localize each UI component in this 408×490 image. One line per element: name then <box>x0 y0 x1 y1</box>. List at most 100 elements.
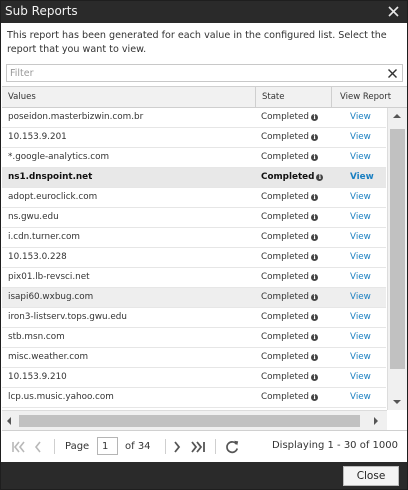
info-icon[interactable]: i <box>310 294 318 301</box>
view-report-link[interactable]: View <box>350 248 380 267</box>
row-state: Completed i <box>261 348 331 367</box>
info-icon[interactable]: i <box>310 334 318 341</box>
scroll-left-icon[interactable] <box>7 417 11 425</box>
table-row[interactable]: isapi60.wxbug.com Completed i View <box>2 288 386 308</box>
row-value: 10.153.0.228 <box>8 252 67 262</box>
info-icon[interactable]: i <box>310 354 318 361</box>
info-icon[interactable]: i <box>310 274 318 281</box>
column-header-values[interactable]: Values <box>2 87 256 107</box>
row-state-text: Completed <box>261 292 309 302</box>
info-icon[interactable]: i <box>310 194 318 201</box>
view-report-link[interactable]: View <box>350 328 380 347</box>
row-state-text: Completed <box>261 312 309 322</box>
row-state-text: Completed <box>261 392 309 402</box>
page-label: Page <box>65 441 90 452</box>
table-row[interactable]: stb.msn.com Completed i View <box>2 328 386 348</box>
row-state: Completed i <box>261 388 331 407</box>
view-report-link[interactable]: View <box>350 228 380 247</box>
table-row[interactable]: ns.gwu.edu Completed i View <box>2 208 386 228</box>
row-value: isapi60.wxbug.com <box>8 292 94 302</box>
info-icon[interactable]: i <box>310 314 318 321</box>
table-row[interactable]: 10.153.9.201 Completed i View <box>2 128 386 148</box>
row-value: iron3-listserv.tops.gwu.edu <box>8 312 127 322</box>
refresh-icon[interactable] <box>224 439 240 455</box>
info-icon[interactable]: i <box>316 174 324 181</box>
info-icon[interactable]: i <box>310 374 318 381</box>
view-report-link[interactable]: View <box>350 268 380 287</box>
column-header-view-report[interactable]: View Report <box>332 87 407 107</box>
row-state: Completed i <box>261 328 331 347</box>
row-state: Completed i <box>261 128 331 147</box>
view-report-link[interactable]: View <box>350 348 380 367</box>
view-report-link[interactable]: View <box>350 388 380 407</box>
row-state: Completed i <box>261 288 331 307</box>
info-icon[interactable]: i <box>310 154 318 161</box>
row-value: lcp.us.music.yahoo.com <box>8 392 114 402</box>
horizontal-scroll-thumb[interactable] <box>19 415 360 427</box>
row-state-text: Completed <box>261 232 309 242</box>
vertical-scrollbar[interactable] <box>387 108 407 410</box>
view-report-link[interactable]: View <box>350 188 380 207</box>
row-value: i.cdn.turner.com <box>8 232 80 242</box>
view-report-link[interactable]: View <box>350 128 380 147</box>
table-row[interactable]: adopt.euroclick.com Completed i View <box>2 188 386 208</box>
row-state-text: Completed <box>261 192 309 202</box>
grid-body: poseidon.masterbizwin.com.br Completed i Vi… <box>2 108 386 410</box>
view-report-link[interactable]: View <box>350 168 380 187</box>
vertical-scroll-thumb[interactable] <box>390 129 405 369</box>
view-report-link[interactable]: View <box>350 148 380 167</box>
info-icon[interactable]: i <box>310 234 318 241</box>
row-state-text: Completed <box>261 352 309 362</box>
dialog-description: This report has been generated for each … <box>7 30 387 55</box>
row-state-text: Completed <box>261 212 309 222</box>
page-number-input[interactable] <box>97 437 118 455</box>
info-icon[interactable]: i <box>310 254 318 261</box>
pager-separator <box>54 439 55 454</box>
page-count-label: of 34 <box>125 441 151 452</box>
table-row[interactable]: lcp.us.music.yahoo.com Completed i View <box>2 388 386 408</box>
info-icon[interactable]: i <box>310 114 318 121</box>
row-value: poseidon.masterbizwin.com.br <box>8 112 144 122</box>
view-report-link[interactable]: View <box>350 108 380 127</box>
view-report-link[interactable]: View <box>350 208 380 227</box>
pager-separator <box>165 439 166 454</box>
row-value: stb.msn.com <box>8 332 65 342</box>
table-row[interactable]: misc.weather.com Completed i View <box>2 348 386 368</box>
view-report-link[interactable]: View <box>350 308 380 327</box>
table-row[interactable]: iron3-listserv.tops.gwu.edu Completed i Vie… <box>2 308 386 328</box>
table-row[interactable]: poseidon.masterbizwin.com.br Completed i Vi… <box>2 108 386 128</box>
table-row[interactable]: 10.153.0.228 Completed i View <box>2 248 386 268</box>
info-icon[interactable]: i <box>310 214 318 221</box>
close-icon[interactable] <box>387 5 400 18</box>
first-page-icon[interactable] <box>11 439 25 455</box>
close-button[interactable]: Close <box>343 466 399 486</box>
horizontal-scrollbar[interactable] <box>2 410 387 430</box>
view-report-link[interactable]: View <box>350 288 380 307</box>
view-report-link[interactable]: View <box>350 368 380 387</box>
next-page-icon[interactable] <box>172 439 182 455</box>
prev-page-icon[interactable] <box>33 439 43 455</box>
display-info: Displaying 1 - 30 of 1000 <box>271 440 398 451</box>
scroll-up-icon[interactable] <box>393 114 401 118</box>
row-state: Completed i <box>261 148 331 167</box>
scroll-right-icon[interactable] <box>374 417 378 425</box>
pager-separator <box>215 439 216 454</box>
table-row[interactable]: ns1.dnspoint.net Completed i View <box>2 168 386 188</box>
row-state: Completed i <box>261 268 331 287</box>
row-state: Completed i <box>261 208 331 227</box>
column-header-state[interactable]: State <box>256 87 332 107</box>
filter-input[interactable] <box>10 67 380 80</box>
clear-filter-icon[interactable] <box>387 68 398 79</box>
row-value: 10.153.9.210 <box>8 372 67 382</box>
info-icon[interactable]: i <box>310 134 318 141</box>
table-row[interactable]: pix01.lb-revsci.net Completed i View <box>2 268 386 288</box>
table-row[interactable]: 10.153.9.210 Completed i View <box>2 368 386 388</box>
scroll-down-icon[interactable] <box>393 400 401 404</box>
info-icon[interactable]: i <box>310 394 318 401</box>
grid-header: Values State View Report <box>2 87 407 108</box>
last-page-icon[interactable] <box>191 439 207 455</box>
table-row[interactable]: *.google-analytics.com Completed i View <box>2 148 386 168</box>
row-state-text: Completed <box>261 152 309 162</box>
dialog-footer: Close <box>1 462 407 489</box>
table-row[interactable]: i.cdn.turner.com Completed i View <box>2 228 386 248</box>
